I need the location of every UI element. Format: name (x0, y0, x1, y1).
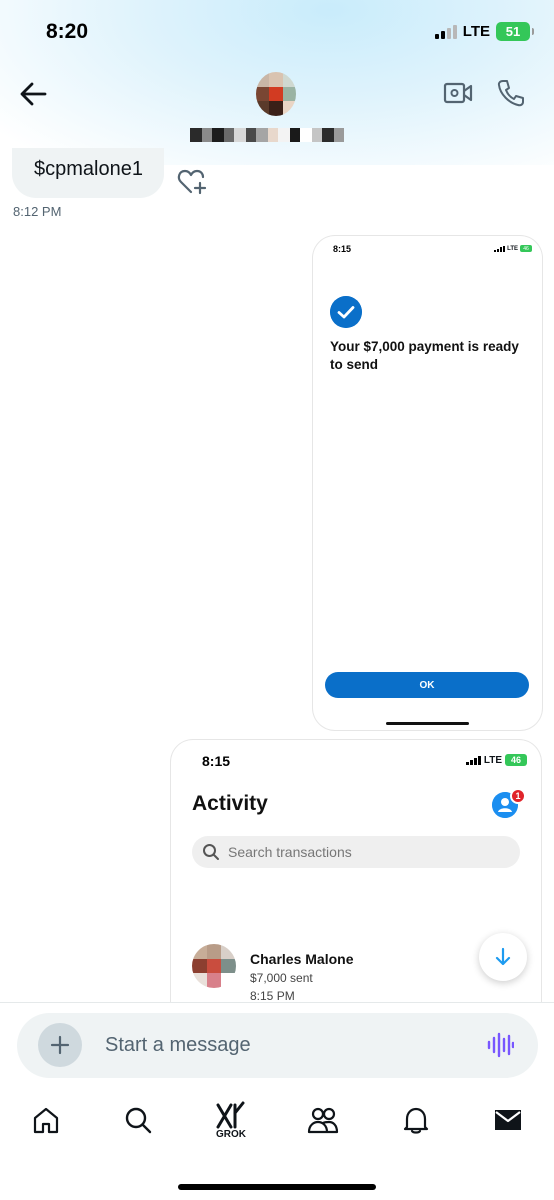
shot1-battery-level: 46 (523, 245, 529, 252)
search-transactions-field: Search transactions (192, 836, 520, 868)
react-heart-plus-icon[interactable] (176, 168, 208, 196)
activity-title: Activity (192, 792, 268, 815)
home-icon (33, 1107, 59, 1134)
checkmark-circle-icon (330, 296, 362, 328)
shot1-status-time: 8:15 (333, 244, 352, 254)
add-media-button[interactable] (38, 1023, 82, 1067)
arrow-down-icon (495, 947, 511, 966)
bell-icon (403, 1107, 429, 1134)
status-indicators: LTE 51 (434, 22, 534, 41)
nav-search[interactable] (118, 1098, 158, 1142)
search-placeholder: Search transactions (228, 844, 352, 860)
search-icon (203, 844, 219, 860)
shot1-battery-icon: 46 (520, 245, 532, 252)
search-nav-icon (125, 1107, 152, 1134)
shot1-status-indicators: LTE 46 (494, 245, 532, 252)
received-message-bubble[interactable]: $cpmalone1 (12, 148, 164, 198)
message-input[interactable]: Start a message (105, 1034, 251, 1057)
payment-ready-message: Your $7,000 payment is ready to send (330, 339, 519, 372)
shot2-status-indicators: LTE 46 (465, 754, 527, 766)
notification-badge: 1 (510, 788, 526, 804)
contact-name-redacted[interactable] (190, 128, 344, 142)
transaction-avatar (192, 944, 236, 988)
shot2-status-time: 8:15 (202, 753, 231, 769)
ok-button: OK (325, 672, 529, 698)
battery-level: 51 (505, 24, 521, 39)
shot1-network: LTE (507, 245, 518, 252)
attached-image-payment-ready[interactable]: 8:15 LTE 46 Your $7,000 payment is ready… (313, 236, 542, 730)
scroll-to-bottom-button[interactable] (479, 933, 527, 981)
battery-icon: 51 (496, 22, 534, 41)
phone-call-icon[interactable] (496, 78, 524, 108)
plus-icon (50, 1035, 70, 1055)
nav-grok[interactable]: GROK (211, 1098, 251, 1142)
shot2-battery-level: 46 (510, 755, 521, 765)
ok-label: OK (419, 679, 435, 691)
status-time: 8:20 (46, 20, 89, 43)
attached-image-activity[interactable]: 8:15 LTE 46 Activity 1 Search transactio… (171, 740, 541, 1040)
video-call-icon[interactable] (443, 80, 473, 106)
shot2-signal-icon (465, 755, 481, 765)
nav-notifications[interactable] (396, 1098, 436, 1142)
transaction-name: Charles Malone (250, 951, 354, 967)
nav-communities[interactable] (303, 1098, 343, 1142)
voice-message-icon[interactable] (486, 1032, 514, 1058)
contact-avatar[interactable] (256, 72, 296, 116)
shot2-battery-icon: 46 (505, 754, 527, 766)
mail-icon (495, 1110, 521, 1130)
message-composer[interactable]: Start a message (17, 1013, 538, 1078)
nav-home[interactable] (26, 1098, 66, 1142)
shot1-home-indicator (386, 722, 469, 725)
grok-label: GROK (216, 1128, 246, 1140)
shot1-signal-icon (494, 245, 506, 252)
transaction-time: 8:15 PM (250, 989, 295, 1003)
transaction-amount: $7,000 sent (250, 971, 313, 985)
shot2-network: LTE (483, 754, 502, 766)
message-text: $cpmalone1 (34, 158, 143, 180)
network-label: LTE (462, 23, 490, 40)
communities-icon (307, 1107, 339, 1134)
grok-icon (216, 1101, 245, 1128)
bottom-navigation: GROK (0, 1098, 554, 1148)
signal-icon (434, 24, 457, 39)
message-timestamp: 8:12 PM (13, 204, 62, 219)
home-indicator (178, 1184, 376, 1190)
back-arrow-icon[interactable] (18, 80, 48, 108)
nav-messages[interactable] (488, 1098, 528, 1142)
